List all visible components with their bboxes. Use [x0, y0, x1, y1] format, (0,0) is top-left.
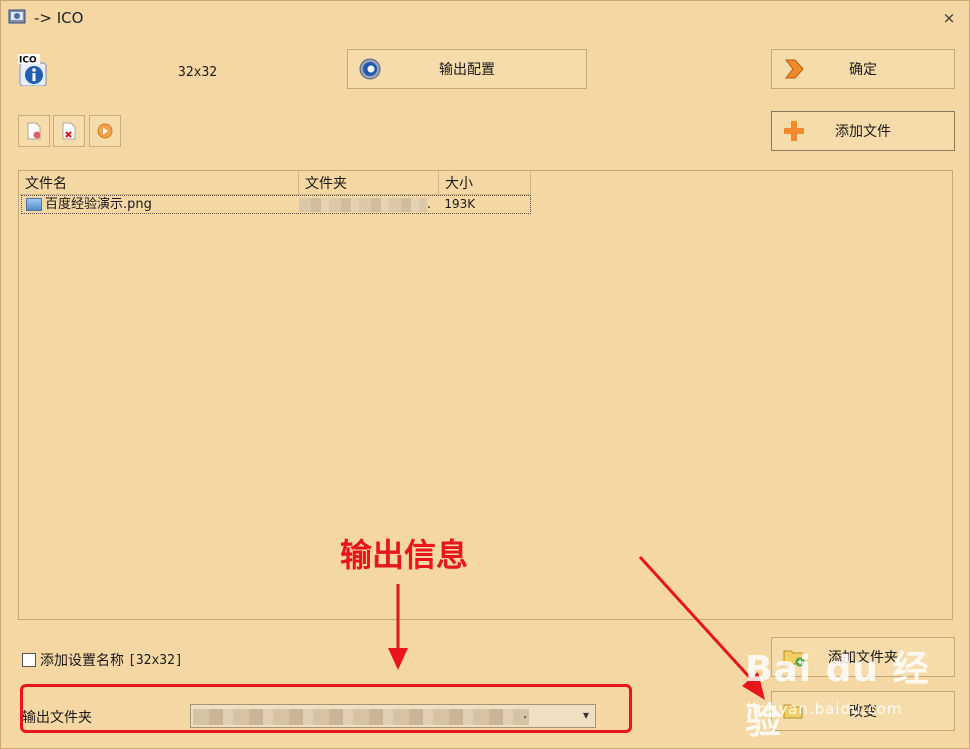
title-bar: -> ICO ×: [0, 0, 970, 38]
file-list-header: 文件名 文件夹 大小: [19, 171, 531, 195]
file-name: 百度经验演示.png: [45, 197, 152, 212]
annotation-arrowhead-down: [388, 648, 408, 670]
delete-file-button[interactable]: [53, 115, 85, 147]
folder-cell: .: [298, 196, 438, 213]
arrow-right-icon: [784, 59, 804, 79]
folder-suffix: .: [426, 197, 432, 212]
add-file-label: 添加文件: [835, 124, 891, 140]
change-button[interactable]: 改变: [771, 691, 955, 731]
play-button[interactable]: [89, 115, 121, 147]
add-folder-label: 添加文件夹: [828, 650, 898, 666]
annotation-label: 输出信息: [340, 536, 469, 574]
annotation-arrowhead-diagonal: [742, 672, 765, 700]
setting-name-value: [32x32]: [128, 652, 183, 668]
add-folder-icon: [783, 650, 805, 667]
output-config-button[interactable]: 输出配置: [347, 49, 587, 89]
add-setting-name-option[interactable]: 添加设置名称 [32x32]: [22, 650, 183, 670]
size-cell: 193K: [444, 197, 476, 211]
icon-size-label: 32x32: [178, 65, 218, 80]
file-name-cell: 百度经验演示.png: [22, 196, 299, 213]
annotation-highlight-box: [20, 684, 632, 733]
remove-file-button[interactable]: [18, 115, 50, 147]
play-icon: [97, 123, 113, 139]
column-size[interactable]: 大小: [439, 171, 531, 194]
folder-redacted: [298, 197, 427, 212]
app-icon: [8, 9, 26, 24]
add-setting-name-checkbox[interactable]: [22, 653, 36, 667]
table-row[interactable]: 百度经验演示.png . 193K: [21, 195, 531, 214]
ico-format-text: ICO: [19, 56, 37, 66]
column-folder[interactable]: 文件夹: [299, 171, 439, 194]
image-file-icon: [26, 198, 42, 211]
confirm-button[interactable]: 确定: [771, 49, 955, 89]
add-folder-button[interactable]: 添加文件夹: [771, 637, 955, 677]
delete-file-icon: [62, 122, 76, 140]
gear-icon: [359, 58, 381, 80]
ico-info-icon: ICO: [18, 54, 47, 86]
close-button[interactable]: ×: [936, 6, 962, 30]
change-label: 改变: [849, 704, 877, 720]
add-setting-name-label: 添加设置名称: [40, 653, 124, 669]
folder-icon: [783, 704, 803, 719]
remove-file-icon: [27, 122, 41, 140]
column-filename[interactable]: 文件名: [19, 171, 299, 194]
file-list[interactable]: 文件名 文件夹 大小 百度经验演示.png . 193K: [18, 170, 953, 620]
plus-icon: [784, 121, 804, 141]
add-file-button[interactable]: 添加文件: [771, 111, 955, 151]
output-config-label: 输出配置: [439, 62, 495, 78]
window-title: -> ICO: [34, 9, 84, 27]
confirm-label: 确定: [849, 62, 877, 78]
